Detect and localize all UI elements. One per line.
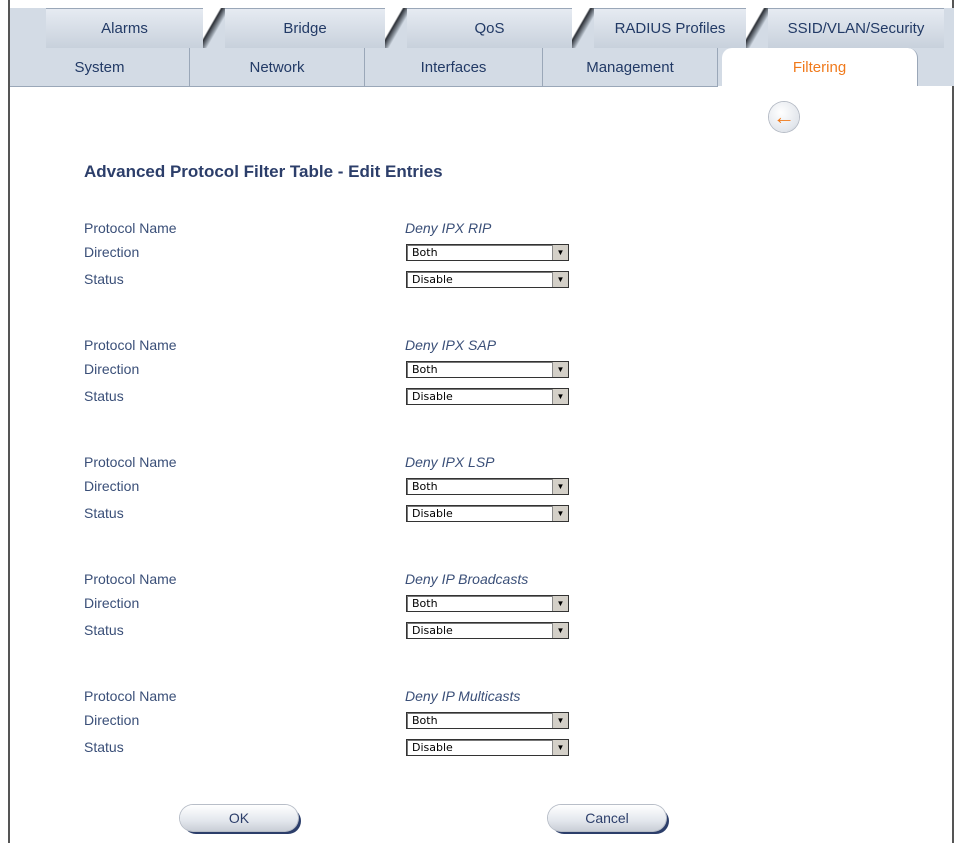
protocol-name-value: Deny IPX SAP: [405, 337, 497, 353]
chevron-down-icon: ▼: [552, 479, 568, 494]
direction-label: Direction: [84, 361, 140, 377]
status-label: Status: [84, 271, 124, 287]
direction-select[interactable]: Both ▼: [406, 361, 569, 378]
status-label: Status: [84, 505, 124, 521]
tab-system[interactable]: System: [10, 48, 190, 86]
status-label: Status: [84, 622, 124, 638]
status-select[interactable]: Disable ▼: [406, 622, 569, 639]
back-arrow-icon: ←: [773, 104, 795, 129]
status-select[interactable]: Disable ▼: [406, 505, 569, 522]
protocol-name-label: Protocol Name: [84, 454, 177, 470]
chevron-down-icon: ▼: [552, 623, 568, 638]
direction-label: Direction: [84, 712, 140, 728]
direction-select[interactable]: Both ▼: [406, 595, 569, 612]
tab-alarms[interactable]: Alarms: [46, 8, 203, 48]
tab-filtering[interactable]: Filtering: [722, 48, 918, 86]
protocol-name-label: Protocol Name: [84, 571, 177, 587]
tab-management[interactable]: Management: [543, 48, 718, 86]
chevron-down-icon: ▼: [552, 740, 568, 755]
protocol-name-label: Protocol Name: [84, 220, 177, 236]
status-select[interactable]: Disable ▼: [406, 271, 569, 288]
top-tab-row: Alarms Bridge QoS RADIUS Profiles SSID/V…: [10, 8, 954, 48]
tab-bridge[interactable]: Bridge: [225, 8, 385, 48]
direction-label: Direction: [84, 244, 140, 260]
chevron-down-icon: ▼: [552, 713, 568, 728]
page-title: Advanced Protocol Filter Table - Edit En…: [84, 162, 443, 181]
cancel-button[interactable]: Cancel: [548, 805, 666, 831]
chevron-down-icon: ▼: [552, 245, 568, 260]
status-label: Status: [84, 388, 124, 404]
tab-qos[interactable]: QoS: [407, 8, 572, 48]
protocol-name-value: Deny IPX LSP: [405, 454, 495, 470]
direction-select[interactable]: Both ▼: [406, 478, 569, 495]
tab-ssid-vlan-security[interactable]: SSID/VLAN/Security: [768, 8, 944, 48]
chevron-down-icon: ▼: [552, 362, 568, 377]
tab-network[interactable]: Network: [190, 48, 365, 86]
tab-interfaces[interactable]: Interfaces: [365, 48, 543, 86]
protocol-name-value: Deny IPX RIP: [405, 220, 492, 236]
bottom-tab-row: System Network Interfaces Management Fil…: [10, 48, 954, 86]
protocol-name-value: Deny IP Multicasts: [405, 688, 521, 704]
back-button[interactable]: ←: [769, 102, 799, 132]
chevron-down-icon: ▼: [552, 389, 568, 404]
chevron-down-icon: ▼: [552, 596, 568, 611]
direction-label: Direction: [84, 478, 140, 494]
direction-select[interactable]: Both ▼: [406, 712, 569, 729]
direction-select[interactable]: Both ▼: [406, 244, 569, 261]
status-select[interactable]: Disable ▼: [406, 739, 569, 756]
direction-label: Direction: [84, 595, 140, 611]
tab-radius-profiles[interactable]: RADIUS Profiles: [594, 8, 746, 48]
protocol-name-value: Deny IP Broadcasts: [405, 571, 529, 587]
chevron-down-icon: ▼: [552, 506, 568, 521]
status-select[interactable]: Disable ▼: [406, 388, 569, 405]
chevron-down-icon: ▼: [552, 272, 568, 287]
protocol-name-label: Protocol Name: [84, 337, 177, 353]
protocol-name-label: Protocol Name: [84, 688, 177, 704]
ok-button[interactable]: OK: [180, 805, 298, 831]
status-label: Status: [84, 739, 124, 755]
